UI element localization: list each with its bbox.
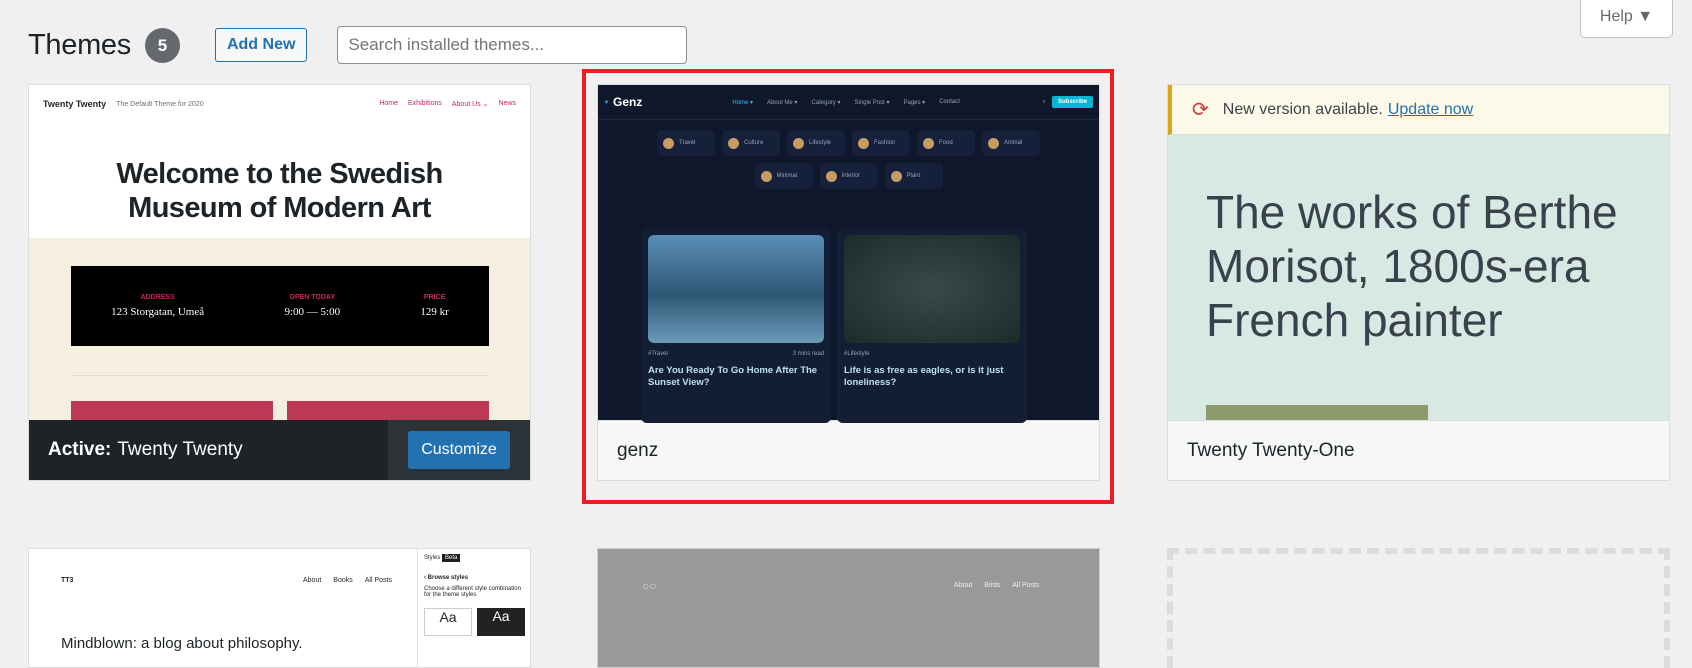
theme-count-badge: 5: [144, 27, 180, 63]
preview-nav: Exhibitions: [408, 100, 442, 107]
preview-site-title: Twenty Twenty: [43, 99, 107, 109]
preview-post: #Lifestyle Life is as free as eagles, or …: [837, 228, 1027, 423]
update-icon: ⟳: [1192, 99, 1209, 121]
preview-hero: Welcome to the Swedish Museum of Modern …: [116, 158, 443, 224]
preview-nav: About Us ⌄: [451, 101, 489, 108]
preview-nav: Home: [379, 100, 399, 107]
page-title: Themes: [28, 28, 131, 61]
theme-screenshot[interactable]: Twenty Twenty The Default Theme for 2020 …: [29, 85, 530, 420]
theme-name: Twenty Twenty: [117, 439, 243, 460]
theme-card-twenty-twenty-three[interactable]: TT3 About Books All Posts Mindblown: a blo…: [28, 548, 531, 668]
theme-card-twenty-twenty-one[interactable]: ⟳ New version available. Update now The wo…: [1167, 84, 1670, 481]
update-notice: ⟳ New version available. Update now: [1168, 85, 1669, 135]
help-button[interactable]: Help ▼: [1580, 0, 1673, 38]
add-new-theme-placeholder[interactable]: [1167, 548, 1670, 668]
preview-tagline: The Default Theme for 2020: [116, 100, 204, 108]
theme-name: Twenty Twenty-One: [1168, 420, 1669, 480]
active-theme-bar: Active: Twenty Twenty Customize: [29, 420, 530, 480]
page-header: Themes 5 Add New: [28, 26, 688, 64]
genz-logo-icon: ✦: [604, 99, 610, 106]
theme-screenshot[interactable]: ✦ Genz Home ▾ About Me ▾ Category ▾ Single P…: [598, 85, 1099, 423]
theme-name: genz: [598, 420, 1099, 480]
preview-nav: News: [498, 100, 516, 107]
search-icon: ⌕: [1042, 98, 1046, 105]
theme-card-twenty-twenty[interactable]: Twenty Twenty The Default Theme for 2020 …: [28, 84, 531, 481]
theme-card-genz[interactable]: ✦ Genz Home ▾ About Me ▾ Category ▾ Single P…: [597, 84, 1100, 481]
search-input[interactable]: [337, 26, 688, 64]
logo-icon: ○○: [642, 579, 657, 593]
update-now-link[interactable]: Update now: [1388, 101, 1473, 119]
theme-screenshot[interactable]: The works of Berthe Morisot, 1800s-era F…: [1168, 135, 1669, 420]
add-new-button[interactable]: Add New: [214, 28, 308, 62]
preview-info-box: ADDRESS 123 Storgatan, Umeå OPEN TODAY 9:0…: [71, 266, 489, 346]
active-label: Active:: [48, 439, 112, 460]
preview-post: #Travel 3 mins read Are You Ready To Go Ho…: [641, 228, 831, 423]
theme-card-twenty-twenty-two[interactable]: ○○ About Birds All Posts: [597, 548, 1100, 668]
customize-button[interactable]: Customize: [408, 431, 510, 469]
